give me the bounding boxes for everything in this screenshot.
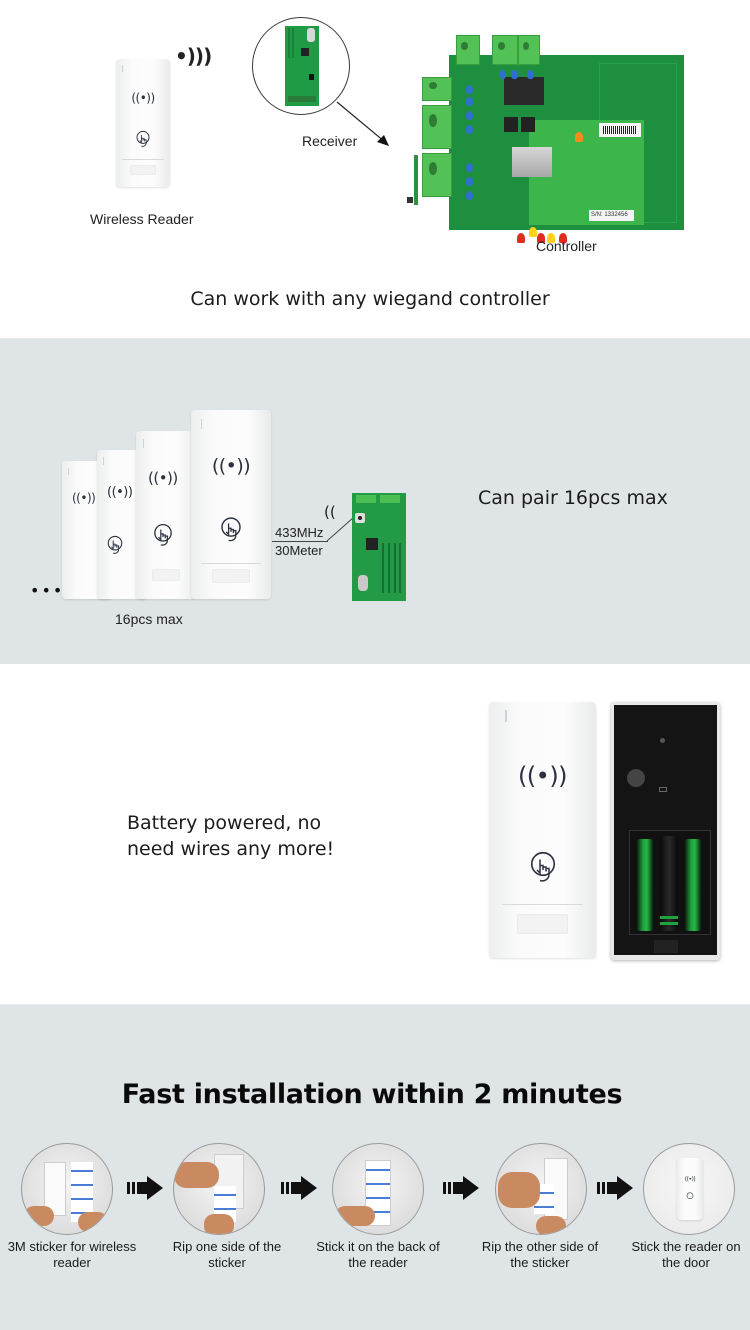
wireless-reader-label: Wireless Reader <box>90 211 194 227</box>
step-5-label-line1: Stick the reader on <box>631 1239 741 1254</box>
touch-hand-icon <box>107 535 122 554</box>
step-3-label: Stick it on the back of the reader <box>298 1239 458 1271</box>
touch-hand-icon <box>530 851 555 882</box>
step-3-image <box>332 1143 424 1235</box>
relay <box>504 77 544 105</box>
battery <box>660 836 678 931</box>
rf-icon: ((•)) <box>211 455 251 477</box>
touch-hand-icon <box>686 1192 694 1199</box>
step-5-label-line2: the door <box>662 1255 710 1270</box>
section-installation: Fast installation within 2 minutes 3M st… <box>0 1004 750 1330</box>
headline-pairing: Can pair 16pcs max <box>478 487 668 509</box>
range-label: 30Meter <box>275 543 323 558</box>
step-4-label-line2: the sticker <box>510 1255 570 1270</box>
rf-icon: ((•)) <box>517 762 568 790</box>
rf-icon: ((•)) <box>684 1176 696 1183</box>
section-battery: Battery powered, no need wires any more!… <box>0 664 750 1004</box>
reader-stack-item-front: ((•)) <box>191 410 271 599</box>
step-4-label: Rip the other side of the sticker <box>460 1239 620 1271</box>
step-1-label-line1: 3M sticker for wireless <box>7 1239 137 1254</box>
step-2-label: Rip one side of the sticker <box>147 1239 307 1271</box>
readers-count-label: 16pcs max <box>115 611 183 627</box>
signal-waves-icon: (( <box>324 503 336 521</box>
section-wiegand-compatibility: ((•)) •))) Wireless Reader Receiver S/N:… <box>0 0 750 338</box>
headline-battery-line2: need wires any more! <box>127 838 335 860</box>
step-1-label-line2: reader <box>53 1255 91 1270</box>
receiver-arrow <box>336 101 389 146</box>
receiver-board-image <box>352 493 406 601</box>
touch-hand-icon <box>136 130 150 147</box>
step-1-label: 3M sticker for wireless reader <box>0 1239 152 1271</box>
controller-label: Controller <box>536 238 597 254</box>
step-2-image <box>173 1143 265 1235</box>
installation-title: Fast installation within 2 minutes <box>121 1079 623 1110</box>
rf-icon: ((•)) <box>131 91 155 105</box>
battery-compartment <box>629 830 711 935</box>
reader-stack-item: ((•)) <box>136 431 196 599</box>
step-5-label: Stick the reader on the door <box>606 1239 750 1271</box>
more-readers-ellipsis: ••• <box>30 581 65 600</box>
step-2-label-line1: Rip one side of the <box>172 1239 282 1254</box>
step-arrow-icon <box>281 1176 317 1200</box>
reader-divider <box>122 159 164 160</box>
reader-front-image: ((•)) <box>489 702 596 958</box>
step-1-image <box>21 1143 113 1235</box>
link-line <box>272 541 328 542</box>
section-pairing: ((•)) ((•)) ((•)) ((•)) ••• 16pcs max 43… <box>0 338 750 664</box>
step-5-image: ((•)) <box>643 1143 735 1235</box>
step-3-label-line2: the reader <box>348 1255 408 1270</box>
rf-icon: ((•)) <box>148 469 178 487</box>
reader-window <box>130 165 156 175</box>
reader-led <box>122 65 124 72</box>
wireless-signal-icon: •))) <box>175 44 212 68</box>
touch-hand-icon <box>154 523 172 546</box>
touch-hand-icon <box>221 517 241 542</box>
buzzer <box>627 769 645 787</box>
headline-battery-line1: Battery powered, no <box>127 812 322 834</box>
step-3-label-line1: Stick it on the back of <box>316 1239 440 1254</box>
step-2-label-line2: sticker <box>208 1255 246 1270</box>
battery <box>636 839 654 931</box>
step-4-image <box>495 1143 587 1235</box>
step-arrow-icon <box>443 1176 479 1200</box>
battery <box>684 839 702 931</box>
step-arrow-icon <box>127 1176 163 1200</box>
wireless-reader-image: ((•)) <box>116 59 170 187</box>
serial-label: S/N: 1332456 <box>589 210 634 221</box>
step-4-label-line1: Rip the other side of <box>481 1239 599 1254</box>
frequency-label: 433MHz <box>275 525 324 540</box>
controller-board-image: S/N: 1332456 <box>404 35 689 243</box>
step-arrow-icon <box>597 1176 633 1200</box>
ethernet-port <box>512 147 552 177</box>
reader-back-image <box>611 702 720 960</box>
headline-wiegand: Can work with any wiegand controller <box>190 288 550 310</box>
receiver-board-image <box>285 26 319 106</box>
